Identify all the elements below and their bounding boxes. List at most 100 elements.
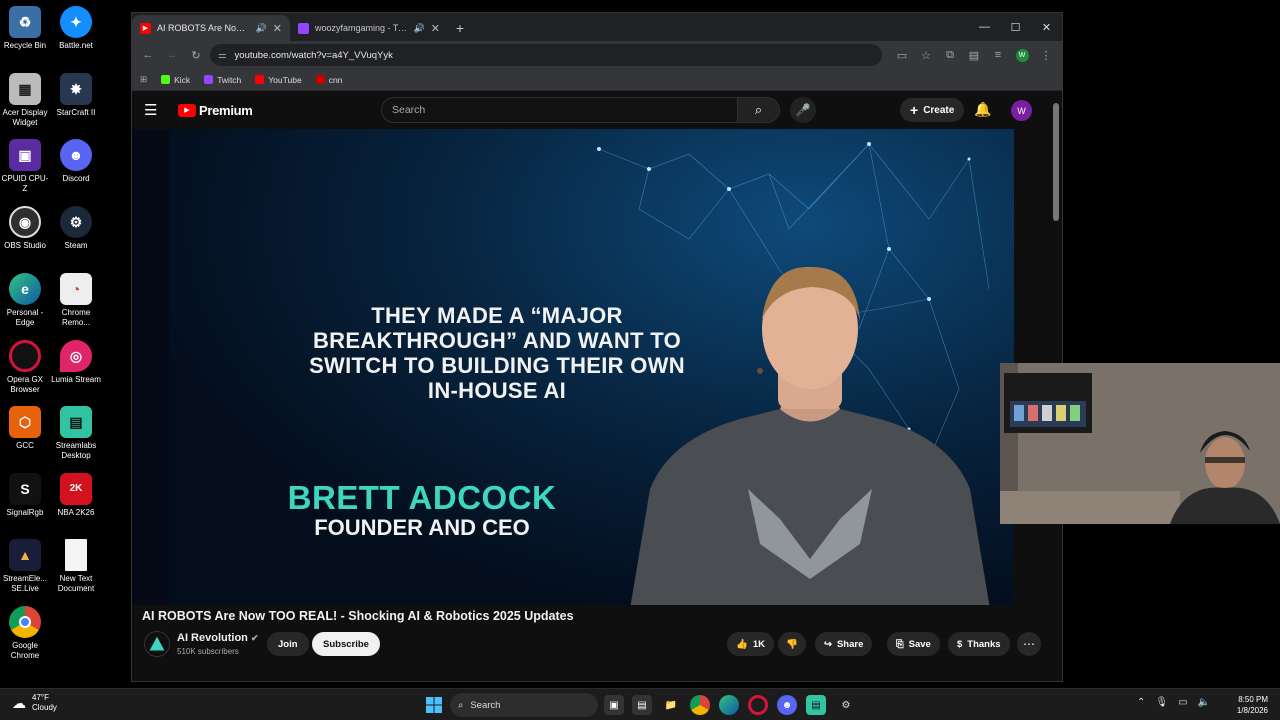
bookmark-kick[interactable]: Kick (161, 75, 190, 85)
webcam-overlay (1000, 363, 1280, 524)
volume-icon[interactable]: 🔈 (1198, 697, 1210, 708)
task-view-icon[interactable]: ▣ (604, 695, 624, 715)
microphone-icon: 🎤 (795, 103, 811, 117)
plus-icon: + (910, 102, 919, 118)
taskbar-search[interactable]: ⌕ Search (450, 693, 598, 717)
tab-close-icon[interactable]: ✕ (273, 22, 282, 35)
chrome-icon (9, 606, 41, 638)
hamburger-menu-icon[interactable]: ☰ (144, 101, 166, 119)
streamlabs-taskbar-icon[interactable]: ▤ (806, 695, 826, 715)
scrollbar-thumb[interactable] (1053, 103, 1059, 221)
settings-gear-icon[interactable]: ⚙ (836, 695, 856, 715)
video-speaker-name: BRETT ADCOCK (287, 479, 557, 516)
speaker-icon[interactable]: 🔊 (414, 23, 425, 34)
youtube-favicon-icon: ▶ (140, 22, 151, 34)
forward-arrow-icon[interactable]: → (162, 45, 182, 65)
channel-avatar[interactable] (144, 631, 170, 657)
desktop-icon-cpuz[interactable]: ▣ CPUID CPU-Z (0, 139, 50, 194)
twitch-favicon-icon (298, 22, 309, 34)
desktop-icon-obs[interactable]: ◉ OBS Studio (0, 206, 50, 251)
minimize-icon[interactable]: — (969, 13, 1000, 41)
desktop-icon-steam[interactable]: ⚙ Steam (51, 206, 101, 251)
apps-grid-icon[interactable]: ⊞ (140, 74, 147, 85)
thumbs-up-icon: 👍 (736, 638, 748, 650)
media-control-icon[interactable]: ≡ (988, 45, 1008, 65)
acer-widget-icon: ▦ (9, 73, 41, 105)
bookmark-twitch[interactable]: Twitch (204, 75, 241, 85)
back-arrow-icon[interactable]: ← (138, 45, 158, 65)
tab-twitch[interactable]: woozyfamgaming - Twitch 🔊 ✕ (290, 15, 448, 41)
windows-start-icon[interactable] (424, 695, 444, 715)
weather-widget[interactable]: ☁ 47°F Cloudy (12, 693, 57, 713)
bookmark-youtube[interactable]: YouTube (255, 75, 302, 85)
maximize-icon[interactable]: ☐ (1000, 13, 1031, 41)
taskbar-clock[interactable]: 8:50 PM 1/8/2026 (1237, 694, 1268, 716)
microphone-tray-icon[interactable]: 🎙 (1155, 697, 1168, 708)
address-bar[interactable]: ⚌ youtube.com/watch?v=a4Y_VVuqYyk (210, 44, 882, 66)
subscriber-count: 510K subscribers (177, 647, 239, 656)
subscribe-button[interactable]: Subscribe (312, 632, 380, 656)
streamelements-icon: ▲ (9, 539, 41, 571)
cast-icon[interactable]: ▭ (892, 45, 912, 65)
split-view-icon[interactable]: ▤ (964, 45, 984, 65)
dislike-button[interactable]: 👎 (778, 632, 806, 656)
tab-close-icon[interactable]: ✕ (431, 22, 440, 35)
join-button[interactable]: Join (267, 632, 309, 656)
desktop-icon-nba2k[interactable]: 2K NBA 2K26 (51, 473, 101, 518)
thanks-button[interactable]: $ Thanks (948, 632, 1010, 656)
profile-button[interactable]: W (1012, 45, 1032, 65)
share-button[interactable]: ↪ Share (815, 632, 873, 656)
battlenet-icon: ✦ (60, 6, 92, 38)
desktop-icon-battlenet[interactable]: ✦ Battle.net (51, 6, 101, 51)
more-actions-icon[interactable]: ⋯ (1017, 632, 1041, 656)
close-window-icon[interactable]: ✕ (1031, 13, 1062, 41)
address-text[interactable]: youtube.com/watch?v=a4Y_VVuqYyk (235, 50, 393, 61)
desktop-icon-google-chrome[interactable]: Google Chrome (0, 606, 50, 661)
edge-taskbar-icon[interactable] (719, 695, 739, 715)
kebab-menu-icon[interactable]: ⋮ (1036, 45, 1056, 65)
youtube-play-icon: ▶ (178, 103, 196, 117)
bookmark-icon: ⎘ (896, 638, 904, 650)
tab-youtube[interactable]: ▶ AI ROBOTS Are Now TOO REAL 🔊 ✕ (132, 15, 290, 41)
like-button[interactable]: 👍 1K (727, 632, 774, 656)
network-icon[interactable]: ▭ (1178, 697, 1187, 708)
create-button[interactable]: + Create (900, 98, 965, 122)
desktop-icon-gcc[interactable]: ⬡ GCC (0, 406, 50, 451)
desktop-icon-chrome-remote[interactable]: ◔ Chrome Remo... (51, 273, 101, 328)
desktop-icon-starcraft[interactable]: ✸ StarCraft II (51, 73, 101, 118)
opera-gx-taskbar-icon[interactable] (748, 695, 768, 715)
discord-taskbar-icon[interactable]: ☻ (777, 695, 797, 715)
search-input[interactable]: Search (381, 97, 738, 123)
desktop-icon-opera-gx[interactable]: Opera GX Browser (0, 340, 50, 395)
desktop-icon-edge[interactable]: e Personal - Edge (0, 273, 50, 328)
extensions-icon[interactable]: ⧉ (940, 45, 960, 65)
desktop-icon-new-text[interactable]: New Text Document (51, 539, 101, 594)
new-tab-button[interactable]: + (448, 15, 472, 41)
account-avatar[interactable]: W (1011, 100, 1032, 121)
site-info-icon[interactable]: ⚌ (218, 50, 227, 61)
save-button[interactable]: ⎘ Save (887, 632, 940, 656)
desktop-icon-discord[interactable]: ☻ Discord (51, 139, 101, 184)
file-explorer-icon[interactable]: 📁 (661, 695, 681, 715)
bookmark-star-icon[interactable]: ☆ (916, 45, 936, 65)
reload-icon[interactable]: ↻ (186, 45, 206, 65)
widgets-icon[interactable]: ▤ (632, 695, 652, 715)
desktop-icon-streamelements[interactable]: ▲ StreamEle... SE.Live (0, 539, 50, 594)
youtube-logo[interactable]: ▶ Premium (178, 103, 253, 118)
notifications-bell-icon[interactable]: 🔔 (974, 101, 991, 118)
chevron-up-icon[interactable]: ⌃ (1137, 697, 1145, 708)
desktop-icon-streamlabs[interactable]: ▤ Streamlabs Desktop (51, 406, 101, 461)
channel-name[interactable]: AI Revolution ✔ (177, 632, 259, 644)
speaker-figure (630, 266, 990, 605)
chrome-taskbar-icon[interactable] (690, 695, 710, 715)
bookmark-cnn[interactable]: cnn (315, 75, 342, 85)
desktop-icon-acer-widget[interactable]: ▦ Acer Display Widget (0, 73, 50, 128)
voice-search-button[interactable]: 🎤 (790, 97, 816, 123)
search-button[interactable]: ⌕ (738, 97, 780, 123)
speaker-icon[interactable]: 🔊 (256, 23, 267, 34)
video-player[interactable]: THEY MADE A “MAJOR BREAKTHROUGH” AND WAN… (132, 129, 1014, 605)
system-tray: ⌃ 🎙 ▭ 🔈 (1137, 697, 1210, 708)
desktop-icon-recycle-bin[interactable]: ♻ Recycle Bin (0, 6, 50, 51)
desktop-icon-lumia[interactable]: ◎ Lumia Stream (51, 340, 101, 385)
desktop-icon-signalrgb[interactable]: S SignalRgb (0, 473, 50, 518)
